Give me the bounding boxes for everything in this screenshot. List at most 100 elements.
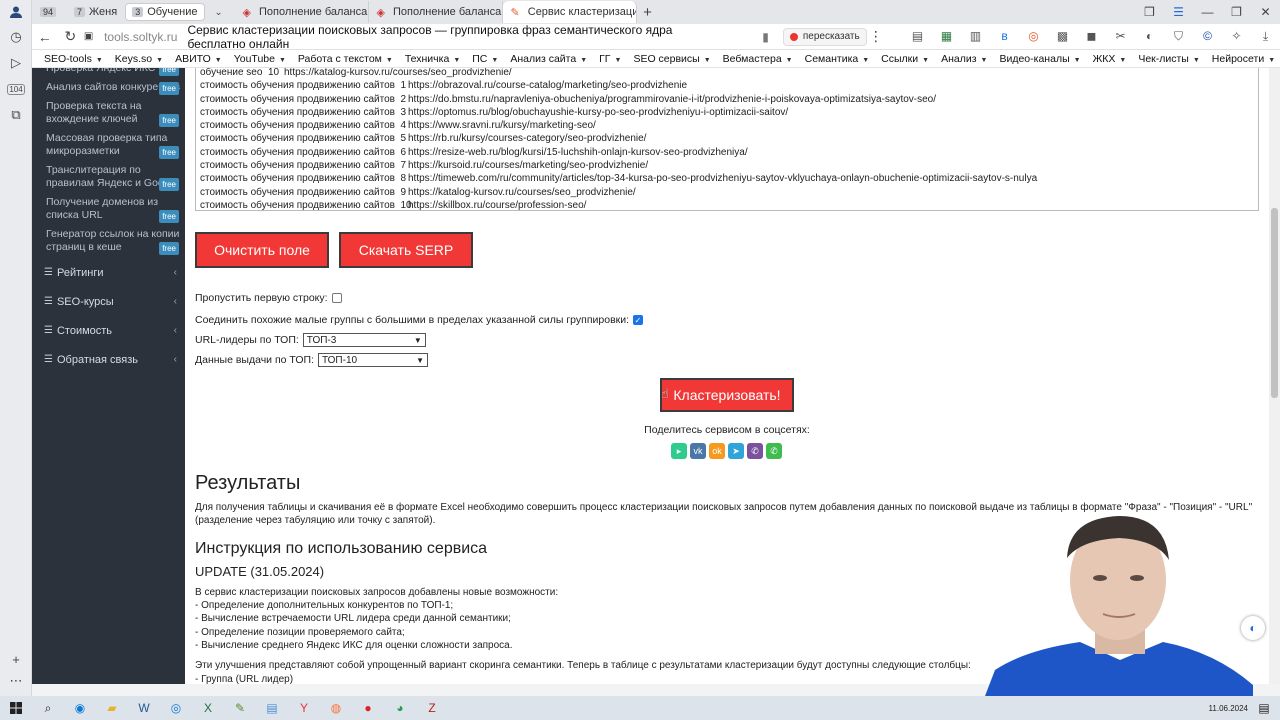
extension-icon[interactable]: ▩ — [1048, 29, 1077, 44]
search-icon[interactable]: ⌕ — [32, 696, 64, 720]
sidebar-section[interactable]: ☰ Рейтинги ‹ — [32, 258, 185, 287]
app-icon[interactable]: ✎ — [224, 696, 256, 720]
clock[interactable]: 11.06.2024 — [1209, 704, 1248, 713]
ok-share-icon[interactable]: ok — [709, 443, 725, 459]
chevron-down-icon[interactable]: ⌄ — [211, 7, 227, 18]
sidebar-section[interactable]: ☰ Обратная связь ‹ — [32, 345, 185, 374]
extension-icon[interactable]: ▦ — [932, 29, 961, 44]
excel-icon[interactable]: X — [192, 696, 224, 720]
sidebar-section[interactable]: ☰ SEO-курсы ‹ — [32, 287, 185, 316]
bookmark-folder[interactable]: ЖКХ ▼ — [1093, 53, 1127, 65]
shield-icon[interactable]: ⛉ — [1164, 29, 1193, 44]
kebab-menu-icon[interactable]: ⋮ — [867, 28, 885, 45]
notepad-icon[interactable]: ▤ — [256, 696, 288, 720]
tab-item[interactable]: ◈ Пополнение баланса — [235, 1, 369, 23]
bookmark-folder[interactable]: Нейросети ▼ — [1212, 53, 1275, 65]
history-icon[interactable]: ◷ — [0, 24, 32, 50]
edge-icon[interactable]: ◉ — [64, 696, 96, 720]
sidebar-tool-link[interactable]: Получение доменов из списка URL free — [46, 194, 185, 226]
close-window-icon[interactable]: ✕ — [1251, 5, 1280, 19]
word-icon[interactable]: W — [128, 696, 160, 720]
sidebar-tool-link[interactable]: Транслитерация по правилам Яндекс и Goog… — [46, 162, 185, 194]
extension-icon[interactable]: ◐ — [1135, 29, 1164, 44]
cluster-button[interactable]: Кластеризовать! — [660, 378, 794, 412]
explorer-icon[interactable]: ▰ — [96, 696, 128, 720]
bookmark-folder[interactable]: АВИТО ▼ — [175, 53, 222, 65]
start-icon[interactable] — [0, 696, 32, 720]
bookmark-folder[interactable]: Вебмастера ▼ — [723, 53, 793, 65]
menu-icon[interactable]: ☰ — [1164, 5, 1193, 19]
reload-icon[interactable]: ↻ — [58, 28, 84, 45]
sidebar-tool-link[interactable]: Проверка текста на вхождение ключей free — [46, 98, 185, 130]
browser-icon[interactable]: ◎ — [160, 696, 192, 720]
notifications-icon[interactable]: ▤ — [1254, 696, 1274, 720]
extension-icon[interactable]: ▤ — [903, 29, 932, 44]
clear-field-button[interactable]: Очистить поле — [195, 232, 329, 268]
bookmark-folder[interactable]: Чек-листы ▼ — [1138, 53, 1199, 65]
whatsapp-share-icon[interactable]: ✆ — [766, 443, 782, 459]
tab-item[interactable]: ◈ Пополнение баланса — [369, 1, 503, 23]
bookmark-icon[interactable]: ▮ — [762, 30, 769, 44]
play-icon[interactable]: ▷ — [0, 50, 32, 76]
bookmark-folder[interactable]: Работа с текстом ▼ — [298, 53, 393, 65]
tab-item-active[interactable]: ✎Сервис кластеризаци✕ — [502, 1, 637, 23]
bookmark-folder[interactable]: ГГ ▼ — [599, 53, 621, 65]
yandex-browser-icon[interactable]: Y — [288, 696, 320, 720]
scrollbar-thumb[interactable] — [1271, 208, 1278, 398]
restore-icon[interactable]: ❐ — [1222, 5, 1251, 19]
bookmark-folder[interactable]: Ссылки ▼ — [881, 53, 929, 65]
more-icon[interactable]: ⋯ — [0, 668, 32, 694]
bookmark-folder[interactable]: SEO-tools ▼ — [44, 53, 103, 65]
screenshot-icon[interactable]: ⧉ — [0, 102, 32, 128]
download-icon[interactable]: ⤓ — [1251, 29, 1280, 44]
skip-first-row-checkbox[interactable] — [331, 293, 342, 303]
tab-manager-icon[interactable]: ❒ — [1135, 5, 1164, 19]
bookmark-folder[interactable]: Видео-каналы ▼ — [999, 53, 1080, 65]
vk-share-icon[interactable]: vk — [690, 443, 706, 459]
viber-share-icon[interactable]: ✆ — [747, 443, 763, 459]
retell-button[interactable]: пересказать — [782, 27, 867, 46]
sidebar-tool-link[interactable]: Анализ сайтов конкурентов free — [46, 79, 185, 98]
recorder-icon[interactable]: ● — [352, 696, 384, 720]
extension-icon[interactable]: ◼ — [1077, 29, 1106, 44]
filezilla-icon[interactable]: Z — [416, 696, 448, 720]
sidebar-tool-link[interactable]: Проверка Яндекс ИКС free — [46, 68, 185, 79]
sidebar-section[interactable]: ☰ Стоимость ‹ — [32, 316, 185, 345]
url-host[interactable]: tools.soltyk.ru — [104, 30, 177, 44]
site-lock-icon[interactable]: ▣ — [83, 31, 94, 42]
profile-icon[interactable] — [0, 0, 32, 24]
bookmark-folder[interactable]: Анализ сайта ▼ — [510, 53, 587, 65]
page-title[interactable]: Сервис кластеризации поисковых запросов … — [187, 23, 726, 51]
serp-textarea[interactable]: обучение seo 10 https://katalog-kursov.ru… — [195, 68, 1259, 211]
extensions-puzzle-icon[interactable]: ✧ — [1222, 29, 1251, 44]
bookmark-folder[interactable]: YouTube ▼ — [234, 53, 286, 65]
counter-badge[interactable]: 104 — [0, 76, 32, 102]
max-share-icon[interactable]: ▸ — [671, 443, 687, 459]
url-leaders-select[interactable]: ТОП-3 ▼ — [302, 333, 426, 347]
sidebar-tool-link[interactable]: Генератор ссылок на копии страниц в кеше… — [46, 226, 185, 258]
bookmark-folder[interactable]: Семантика ▼ — [805, 53, 870, 65]
extension-icon[interactable]: ◎ — [1019, 29, 1048, 44]
minimize-icon[interactable]: — — [1193, 5, 1222, 19]
serp-data-select[interactable]: ТОП-10 ▼ — [317, 353, 428, 367]
download-serp-button[interactable]: Скачать SERP — [339, 232, 473, 268]
bookmark-folder[interactable]: ПС ▼ — [472, 53, 498, 65]
firefox-icon[interactable]: ◍ — [320, 696, 352, 720]
page-scrollbar[interactable] — [1269, 68, 1280, 684]
back-icon[interactable]: ← — [32, 29, 58, 45]
bookmark-folder[interactable]: Техничка ▼ — [405, 53, 460, 65]
extension-icon[interactable]: © — [1193, 29, 1222, 44]
tab-group-1[interactable]: 94 — [34, 3, 66, 21]
chart-extension-icon[interactable]: ▥ — [961, 29, 990, 44]
bookmark-folder[interactable]: Анализ ▼ — [941, 53, 987, 65]
extension-icon[interactable]: ✂ — [1106, 29, 1135, 44]
tab-group-3[interactable]: 3 Обучение — [125, 3, 205, 21]
sidebar-tool-link[interactable]: Массовая проверка типа микроразметки free — [46, 130, 185, 162]
chrome-icon[interactable]: ◕ — [384, 696, 416, 720]
extension-icon[interactable]: ʙ — [990, 29, 1019, 44]
copilot-icon[interactable]: ◐ — [1241, 616, 1265, 640]
new-tab-button[interactable]: + — [637, 4, 659, 21]
bookmark-folder[interactable]: Keys.so ▼ — [115, 53, 163, 65]
merge-groups-checkbox[interactable]: ✓ — [633, 315, 644, 325]
tab-group-2[interactable]: 7 Женя — [68, 3, 123, 21]
